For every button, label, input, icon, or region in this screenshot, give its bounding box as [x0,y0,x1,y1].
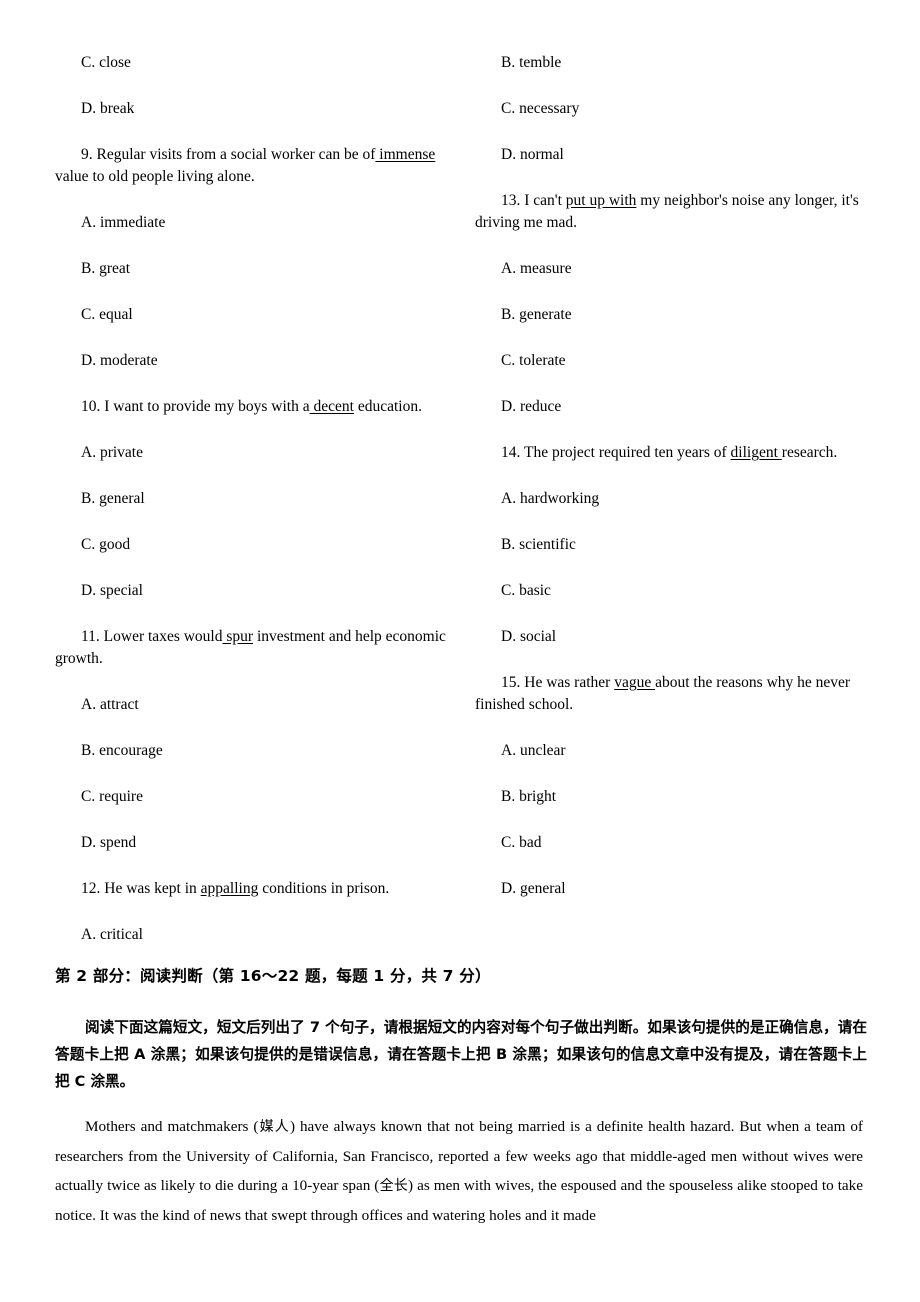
reading-passage: Mothers and matchmakers (媒人) have always… [55,1112,863,1230]
option-item: A. private [81,444,143,461]
stem-keyword: put up with [565,192,637,209]
option-item: A. attract [81,696,139,713]
stem-keyword: vague [614,674,656,691]
question-stem-14: 14. The project required ten years of di… [475,442,875,488]
option-item: C. require [81,788,143,805]
option-item: A. hardworking [501,490,600,507]
stem-text: 11. Lower taxes would [81,628,223,645]
question-stem-9: 9. Regular visits from a social worker c… [55,144,455,212]
option-item: B. scientific [501,536,576,553]
stem-text: 15. He was rather [501,674,615,691]
option-item: D. special [81,582,143,599]
option-item: B. encourage [81,742,163,759]
stem-text-tail: value to old people living alone. [55,168,255,185]
option-item: C. good [81,536,131,553]
stem-text-tail: education. [353,398,422,415]
option-item: D. normal [501,146,564,163]
option-item: A. unclear [501,742,566,759]
option-item: C. tolerate [501,352,566,369]
stem-keyword: spur [222,628,254,645]
passage-gloss-matchmaker: 媒人 [258,1119,290,1135]
option-item: B. great [81,260,131,277]
option-item: B. generate [501,306,572,323]
option-item: C. close [81,54,131,71]
option-item: D. moderate [81,352,158,369]
section-heading-part2: 第 2 部分：阅读判断（第 16～22 题，每题 1 分，共 7 分） [55,967,491,985]
stem-keyword: decent [309,398,354,415]
stem-text: 12. He was kept in [81,880,201,897]
option-item: C. basic [501,582,551,599]
stem-text-tail: conditions in prison. [258,880,390,897]
passage-gloss-span: 全长 [379,1178,409,1194]
option-item: D. spend [81,834,137,851]
option-item: A. immediate [81,214,166,231]
stem-keyword: diligent [730,444,782,461]
option-item: D. general [501,880,566,897]
stem-text: 13. I can't [501,192,566,209]
passage-part-1: Mothers and matchmakers ( [85,1118,259,1135]
right-column: B. temble C. necessary D. normal 13. I c… [475,52,875,924]
left-column: C. close D. break 9. Regular visits from… [55,52,455,970]
stem-text: 14. The project required ten years of [501,444,731,461]
option-item: D. break [81,100,135,117]
option-item: B. temble [501,54,562,71]
option-item: B. general [81,490,145,507]
option-item: D. reduce [501,398,562,415]
option-item: B. bright [501,788,557,805]
option-item: A. critical [81,926,143,943]
stem-text-tail: research. [781,444,838,461]
question-stem-13: 13. I can't put up with my neighbor's no… [475,190,875,258]
exam-page: C. close D. break 9. Regular visits from… [0,0,920,1302]
question-stem-12: 12. He was kept in appalling conditions … [55,878,455,924]
option-item: D. social [501,628,557,645]
two-column-question-area: C. close D. break 9. Regular visits from… [0,52,920,967]
stem-keyword: immense [375,146,436,163]
stem-keyword: appalling [200,880,259,897]
question-stem-11: 11. Lower taxes would spur investment an… [55,626,455,694]
option-item: C. necessary [501,100,580,117]
question-stem-10: 10. I want to provide my boys with a dec… [55,396,455,442]
stem-text: 10. I want to provide my boys with a [81,398,310,415]
option-item: A. measure [501,260,572,277]
stem-text: 9. Regular visits from a social worker c… [81,146,376,163]
question-stem-15: 15. He was rather vague about the reason… [475,672,875,740]
option-item: C. bad [501,834,542,851]
option-item: C. equal [81,306,133,323]
section-instruction: 阅读下面这篇短文，短文后列出了 7 个句子，请根据短文的内容对每个句子做出判断。… [55,1019,867,1090]
